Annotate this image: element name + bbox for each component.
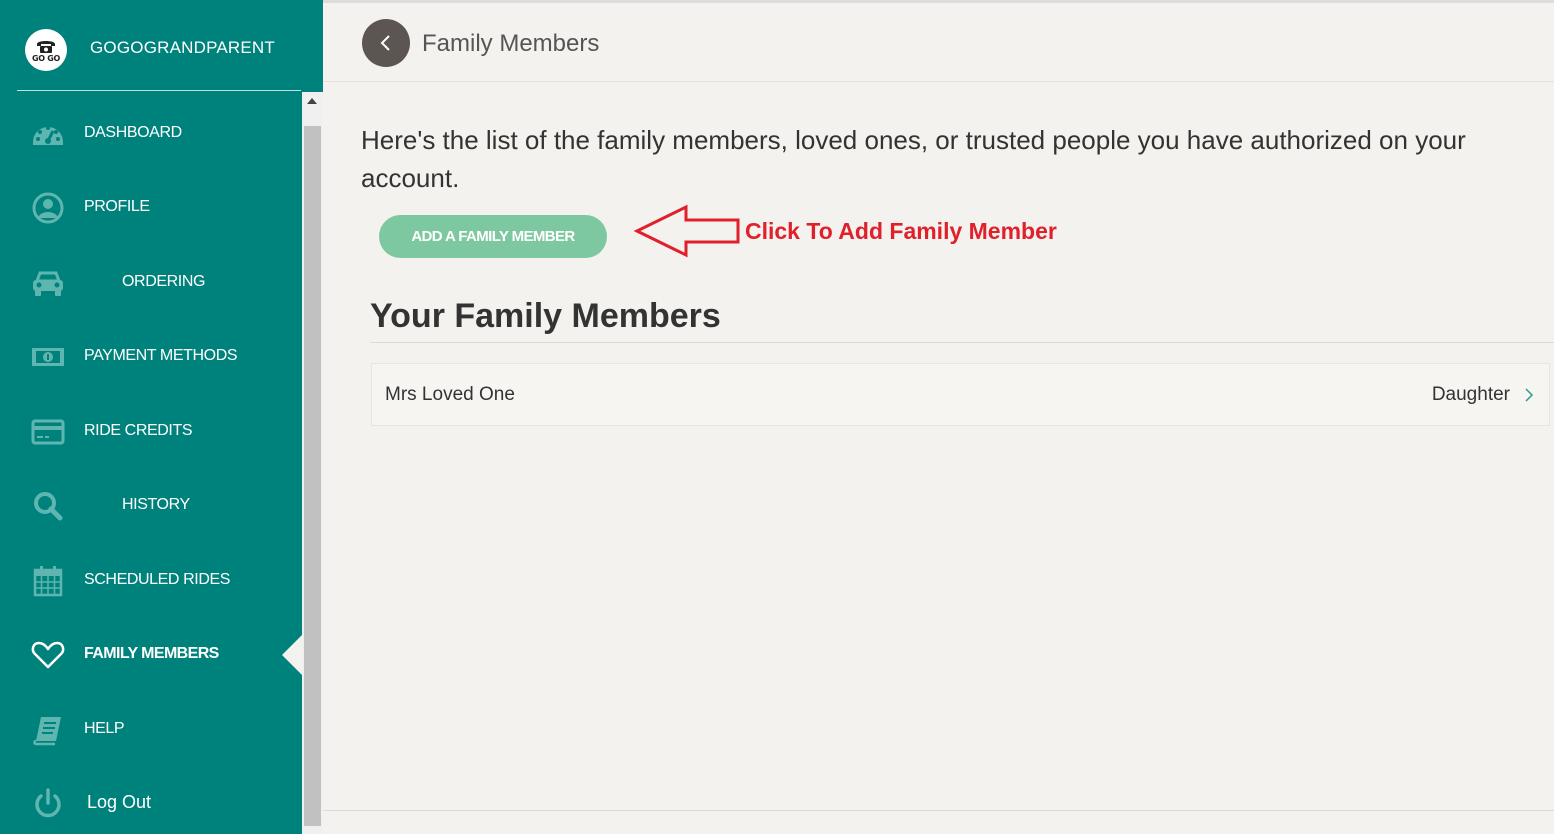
sidebar-item-payment-methods[interactable]: PAYMENT METHODS	[0, 327, 302, 387]
search-icon	[30, 490, 66, 522]
sidebar-item-logout[interactable]: Log Out	[0, 774, 302, 834]
brand-logo: GO GO	[25, 29, 67, 71]
scrollbar-thumb[interactable]	[304, 126, 321, 826]
sidebar-item-dashboard[interactable]: DASHBOARD	[0, 104, 302, 164]
dashboard-icon	[30, 118, 66, 150]
sidebar-item-help[interactable]: HELP	[0, 700, 302, 760]
section-title: Your Family Members	[370, 297, 721, 335]
member-relation: Daughter	[1431, 384, 1510, 405]
sidebar-item-label: Log Out	[87, 792, 152, 812]
chevron-right-icon	[1525, 388, 1534, 402]
intro-text: Here's the list of the family members, l…	[361, 125, 1466, 193]
sidebar-item-ordering[interactable]: ORDERING	[0, 253, 302, 313]
sidebar-item-label: RIDE CREDITS	[84, 422, 193, 439]
member-name: Mrs Loved One	[385, 384, 515, 405]
sidebar-scrollbar[interactable]	[302, 92, 323, 834]
chevron-left-icon	[380, 35, 390, 51]
footer-divider	[323, 810, 1554, 811]
annotation-arrow-icon	[634, 204, 740, 258]
profile-icon	[30, 192, 66, 224]
sidebar-item-label: HELP	[84, 720, 125, 737]
sidebar-item-profile[interactable]: PROFILE	[0, 178, 302, 238]
section-divider	[370, 342, 1554, 343]
telephone-icon	[37, 40, 55, 53]
sidebar-item-label: SCHEDULED RIDES	[84, 571, 231, 588]
sidebar-item-label: HISTORY	[122, 496, 190, 513]
credit-card-icon	[30, 416, 66, 448]
sidebar-item-family-members[interactable]: FAMILY MEMBERS	[0, 625, 302, 685]
sidebar-item-label: FAMILY MEMBERS	[84, 645, 219, 662]
active-item-indicator	[282, 634, 303, 676]
logo-text: GO GO	[31, 53, 61, 63]
car-icon	[30, 267, 66, 299]
sidebar-item-label: ORDERING	[122, 273, 206, 290]
back-button[interactable]	[362, 19, 410, 67]
money-icon	[30, 341, 66, 373]
sidebar-item-scheduled-rides[interactable]: SCHEDULED RIDES	[0, 551, 302, 611]
sidebar-item-label: DASHBOARD	[84, 124, 182, 141]
heart-icon	[30, 639, 66, 671]
sidebar-item-label: PROFILE	[84, 198, 150, 215]
annotation-label: Click To Add Family Member	[745, 218, 1057, 244]
page-title: Family Members	[422, 30, 600, 57]
family-member-row[interactable]: Mrs Loved One Daughter	[371, 363, 1550, 426]
brand-name: GOGOGRANDPARENT	[90, 38, 275, 57]
add-family-member-button[interactable]: ADD A FAMILY MEMBER	[379, 215, 607, 258]
sidebar-item-label: PAYMENT METHODS	[84, 347, 238, 364]
book-icon	[30, 714, 66, 746]
calendar-icon	[30, 565, 66, 597]
power-icon	[30, 788, 66, 820]
sidebar-item-ride-credits[interactable]: RIDE CREDITS	[0, 402, 302, 462]
sidebar-item-history[interactable]: HISTORY	[0, 476, 302, 536]
brand-divider	[17, 90, 301, 91]
brand-header[interactable]: GO GO GOGOGRANDPARENT	[0, 0, 323, 92]
page-header: Family Members	[323, 3, 1554, 82]
scroll-up-arrow-icon[interactable]	[307, 98, 317, 104]
sidebar: GO GO GOGOGRANDPARENT DASHBOARD PROFILE …	[0, 0, 323, 834]
